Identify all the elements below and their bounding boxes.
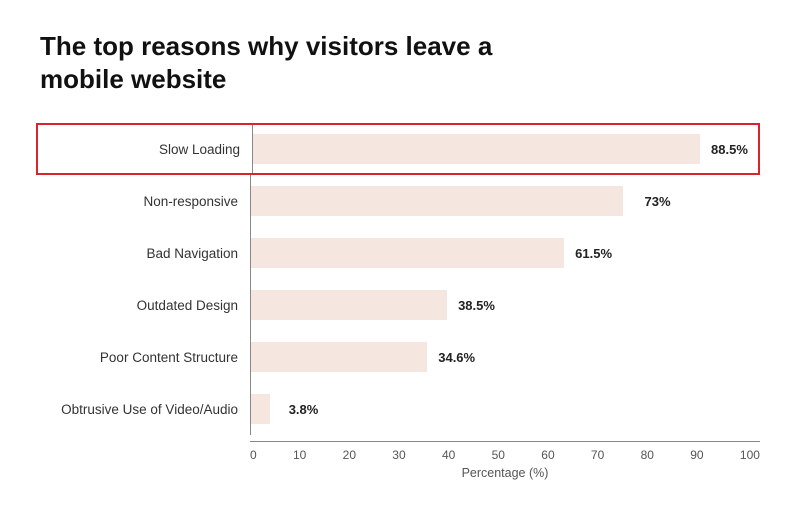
chart-title: The top reasons why visitors leave a mob… bbox=[40, 30, 560, 95]
bar-fill: 38.5% bbox=[251, 290, 447, 320]
bar-value-label: 34.6% bbox=[438, 350, 475, 365]
x-tick: 40 bbox=[442, 448, 455, 462]
bar-value-label: 73% bbox=[645, 194, 671, 209]
x-tick: 20 bbox=[343, 448, 356, 462]
bar-label: Bad Navigation bbox=[40, 246, 250, 261]
bar-fill: 88.5% bbox=[253, 134, 700, 164]
bar-container: 3.8% bbox=[250, 383, 760, 435]
chart-area: Slow Loading88.5%Non-responsive73%Bad Na… bbox=[40, 123, 760, 435]
bar-container: 34.6% bbox=[250, 331, 760, 383]
x-tick: 80 bbox=[641, 448, 654, 462]
x-tick: 100 bbox=[740, 448, 760, 462]
bar-container: 73% bbox=[250, 175, 760, 227]
bar-fill: 3.8% bbox=[251, 394, 270, 424]
x-tick: 30 bbox=[392, 448, 405, 462]
x-tick: 60 bbox=[541, 448, 554, 462]
bar-row: Non-responsive73% bbox=[40, 175, 760, 227]
bar-fill: 34.6% bbox=[251, 342, 427, 372]
bar-row: Obtrusive Use of Video/Audio3.8% bbox=[40, 383, 760, 435]
x-axis-labels: 0 10 20 30 40 50 60 70 80 90 100 bbox=[250, 441, 760, 462]
x-tick: 50 bbox=[492, 448, 505, 462]
bar-row: Poor Content Structure34.6% bbox=[40, 331, 760, 383]
bar-label: Non-responsive bbox=[40, 194, 250, 209]
bar-value-label: 3.8% bbox=[289, 402, 319, 417]
bar-value-label: 38.5% bbox=[458, 298, 495, 313]
x-tick: 70 bbox=[591, 448, 604, 462]
bar-row: Outdated Design38.5% bbox=[40, 279, 760, 331]
x-tick: 10 bbox=[293, 448, 306, 462]
bar-container: 61.5% bbox=[250, 227, 760, 279]
x-tick: 0 bbox=[250, 448, 257, 462]
bar-container: 88.5% bbox=[252, 125, 758, 173]
bar-fill: 73% bbox=[251, 186, 623, 216]
bar-container: 38.5% bbox=[250, 279, 760, 331]
bar-label: Poor Content Structure bbox=[40, 350, 250, 365]
x-tick: 90 bbox=[690, 448, 703, 462]
bar-row: Slow Loading88.5% bbox=[36, 123, 760, 175]
bar-row: Bad Navigation61.5% bbox=[40, 227, 760, 279]
bar-fill: 61.5% bbox=[251, 238, 564, 268]
bar-value-label: 61.5% bbox=[575, 246, 612, 261]
bar-label: Obtrusive Use of Video/Audio bbox=[40, 402, 250, 417]
bar-value-label: 88.5% bbox=[711, 142, 748, 157]
bar-label: Outdated Design bbox=[40, 298, 250, 313]
bar-label: Slow Loading bbox=[42, 142, 252, 157]
x-axis: 0 10 20 30 40 50 60 70 80 90 100 bbox=[40, 441, 760, 462]
x-axis-title: Percentage (%) bbox=[250, 466, 760, 480]
